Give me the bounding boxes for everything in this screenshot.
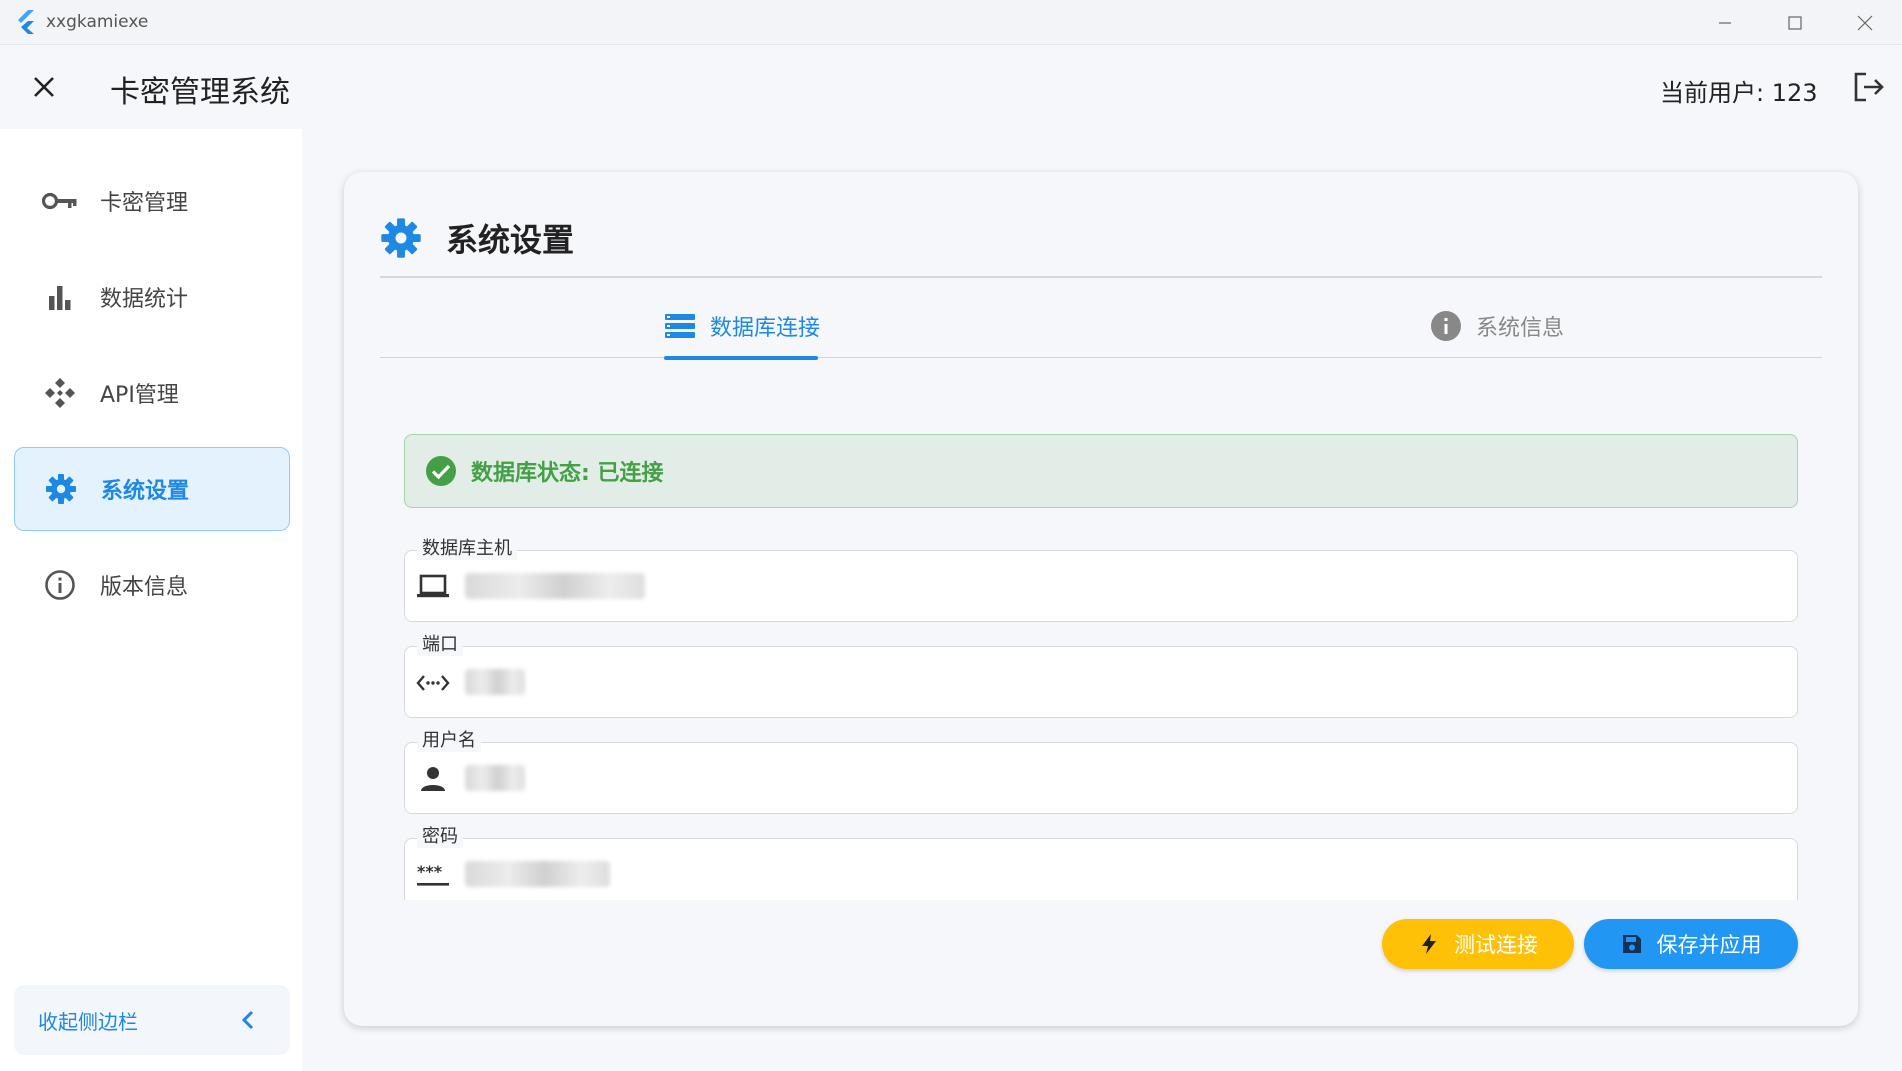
computer-icon	[415, 571, 451, 603]
test-connection-label: 测试连接	[1454, 933, 1538, 957]
database-status-banner: 数据库状态: 已连接	[404, 434, 1798, 508]
tab-system-info[interactable]: 系统信息	[1430, 294, 1564, 358]
sidebar-item-label: API管理	[100, 383, 179, 408]
field-label: 数据库主机	[417, 538, 517, 560]
header-divider	[380, 276, 1822, 278]
person-icon	[415, 763, 451, 795]
db-username-field[interactable]: 用户名	[404, 730, 1798, 814]
field-label: 密码	[417, 826, 463, 848]
close-icon	[1857, 15, 1873, 30]
maximize-button[interactable]	[1760, 0, 1830, 45]
save-apply-label: 保存并应用	[1656, 933, 1762, 957]
app-title: 卡密管理系统	[110, 75, 290, 110]
lightning-icon	[1422, 934, 1436, 954]
test-connection-button[interactable]: 测试连接	[1382, 919, 1574, 969]
window-titlebar: xxgkamiexe	[0, 0, 1902, 45]
chevron-left-icon	[241, 1010, 254, 1030]
save-apply-button[interactable]: 保存并应用	[1584, 919, 1798, 969]
db-password-field[interactable]: 密码 ***	[404, 826, 1798, 900]
db-port-value-redacted	[465, 669, 525, 695]
sidebar-item-label: 系统设置	[101, 479, 190, 504]
tab-label: 系统信息	[1476, 316, 1565, 341]
sidebar-item-label: 卡密管理	[100, 191, 189, 216]
settings-tabs: 数据库连接 系统信息	[380, 294, 1822, 360]
info-icon	[40, 565, 80, 605]
sidebar-item-version[interactable]: 版本信息	[14, 543, 290, 627]
collapse-sidebar-button[interactable]: 收起侧边栏	[14, 985, 290, 1055]
db-password-value-redacted	[465, 861, 610, 887]
svg-text:***: ***	[417, 862, 443, 881]
close-icon	[34, 77, 54, 97]
sidebar-item-settings[interactable]: 系统设置	[14, 447, 290, 531]
database-status-text: 数据库状态: 已连接	[471, 461, 664, 486]
window-close-button[interactable]	[1830, 0, 1900, 45]
info-icon	[1431, 311, 1461, 341]
sidebar-item-api[interactable]: API管理	[14, 351, 290, 435]
db-port-field[interactable]: 端口	[404, 634, 1798, 718]
sidebar: 卡密管理 数据统计 API管理 系统设置 版本信息 收起侧边栏	[0, 129, 302, 1071]
db-username-value-redacted	[465, 765, 525, 791]
gear-icon	[381, 218, 421, 258]
maximize-icon	[1788, 15, 1802, 30]
field-label: 端口	[417, 634, 463, 656]
active-tab-indicator	[664, 356, 818, 360]
close-app-button[interactable]	[24, 67, 64, 107]
check-circle-icon	[426, 456, 456, 486]
api-icon	[40, 373, 80, 413]
db-host-field[interactable]: 数据库主机	[404, 538, 1798, 622]
gear-icon	[41, 469, 81, 509]
password-icon: ***	[415, 859, 451, 891]
page-title: 系统设置	[446, 221, 575, 259]
bar-chart-icon	[40, 277, 80, 317]
sidebar-item-card-management[interactable]: 卡密管理	[14, 159, 290, 243]
sidebar-item-label: 版本信息	[100, 575, 189, 600]
save-icon	[1622, 935, 1641, 953]
window-app-name: xxgkamiexe	[46, 12, 149, 32]
code-brackets-icon	[415, 667, 451, 699]
logout-icon[interactable]	[1850, 69, 1886, 105]
field-label: 用户名	[417, 730, 481, 752]
minimize-button[interactable]	[1690, 0, 1760, 45]
flutter-logo-icon	[18, 10, 34, 34]
sidebar-item-statistics[interactable]: 数据统计	[14, 255, 290, 339]
settings-card: 系统设置 数据库连接 系统信息 数据库状态: 已连接 数据库主机 端口 用户名	[344, 172, 1858, 1026]
app-header: 卡密管理系统 当前用户: 123	[0, 45, 1902, 129]
tab-label: 数据库连接	[710, 316, 821, 341]
db-host-value-redacted	[465, 573, 645, 599]
database-icon	[665, 314, 695, 338]
key-icon	[40, 181, 80, 221]
minimize-icon	[1719, 21, 1731, 24]
collapse-sidebar-label: 收起侧边栏	[38, 1009, 138, 1034]
card-header: 系统设置	[380, 208, 574, 268]
current-user: 当前用户: 123	[1660, 79, 1818, 107]
sidebar-item-label: 数据统计	[100, 287, 189, 312]
tab-database-connection[interactable]: 数据库连接	[664, 294, 821, 360]
